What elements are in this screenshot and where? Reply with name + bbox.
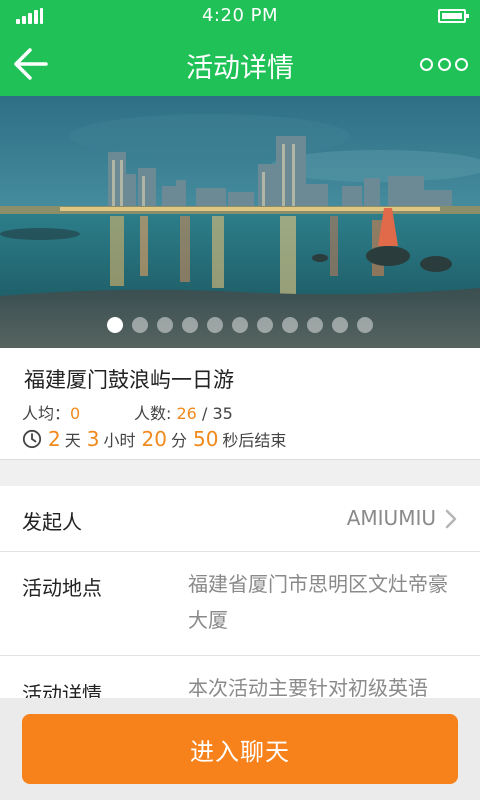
carousel-dot[interactable] (332, 317, 348, 333)
activity-title: 福建厦门鼓浪屿一日游 (24, 368, 234, 392)
banner-carousel[interactable] (0, 96, 480, 348)
page-title: 活动详情 (186, 53, 294, 84)
countdown-seconds: 50 (192, 427, 219, 451)
activity-info-card: 福建厦门鼓浪屿一日游 人均：0 人数: 26 / 35 2天 3 小时 20 分 5… (0, 348, 480, 460)
more-dot-icon (455, 57, 468, 71)
countdown-days: 2 (48, 427, 61, 451)
clock-icon (22, 429, 42, 449)
people-separator: / (201, 404, 208, 423)
carousel-dot[interactable] (357, 317, 373, 333)
more-dot-icon (437, 57, 451, 71)
more-dot-icon (420, 57, 433, 71)
enter-chat-button[interactable]: 进入聊天 (22, 714, 458, 784)
detail-value: 本次活动主要针对初级英语 (188, 676, 428, 698)
organizer-value: AMIUMIU (346, 506, 436, 530)
people-label: 人数: (134, 404, 172, 423)
carousel-dot[interactable] (207, 317, 223, 333)
countdown-timer: 2天 3 小时 20 分 50 秒后结束 (22, 426, 286, 451)
per-capita-value: 0 (70, 404, 81, 423)
carousel-indicator (0, 317, 480, 333)
people-current: 26 (176, 404, 197, 423)
location-label: 活动地点 (22, 576, 102, 600)
battery-icon (438, 9, 469, 23)
carousel-dot[interactable] (282, 317, 298, 333)
per-capita-label: 人均： (22, 404, 71, 423)
back-button[interactable] (12, 44, 52, 84)
carousel-dot[interactable] (307, 317, 323, 333)
organizer-row[interactable]: 发起人 AMIUMIU (0, 486, 480, 552)
location-value: 福建省厦门市思明区文灶帝豪大厦 (188, 572, 448, 632)
countdown-days-unit: 天 (64, 431, 81, 450)
status-bar: 4:20 PM (0, 0, 480, 32)
countdown-minutes-unit: 分 (170, 431, 187, 450)
detail-label: 活动详情 (22, 682, 102, 698)
app-header: 4:20 PM 活动详情 (0, 0, 480, 96)
activity-stats: 人均：0 人数: 26 / 35 (22, 400, 233, 424)
people-total: 35 (212, 404, 233, 423)
countdown-hours: 3 (86, 427, 100, 451)
banner-image (0, 96, 480, 348)
carousel-dot[interactable] (257, 317, 273, 333)
status-time: 4:20 PM (201, 5, 279, 26)
arrow-left-icon (14, 48, 48, 80)
carousel-dot[interactable] (232, 317, 248, 333)
carousel-dot[interactable] (182, 317, 198, 333)
title-bar: 活动详情 (0, 32, 480, 96)
countdown-seconds-unit: 秒后结束 (222, 431, 287, 450)
more-button[interactable] (420, 52, 468, 76)
countdown-hours-unit: 小时 (103, 431, 136, 450)
people-count: 人数: 26 / 35 (134, 400, 233, 424)
organizer-label: 发起人 (22, 510, 82, 534)
activity-details-list: 发起人 AMIUMIU 活动地点 福建省厦门市思明区文灶帝豪大厦 活动详情 本次… (0, 486, 480, 698)
carousel-dot[interactable] (132, 317, 148, 333)
carousel-dot[interactable] (107, 317, 123, 333)
carousel-dot[interactable] (157, 317, 173, 333)
bottom-action-bar: 进入聊天 (0, 698, 480, 800)
countdown-minutes: 20 (141, 427, 167, 451)
detail-row: 活动详情 本次活动主要针对初级英语 (0, 656, 480, 698)
location-row: 活动地点 福建省厦门市思明区文灶帝豪大厦 (0, 552, 480, 656)
chevron-right-icon (445, 509, 457, 529)
